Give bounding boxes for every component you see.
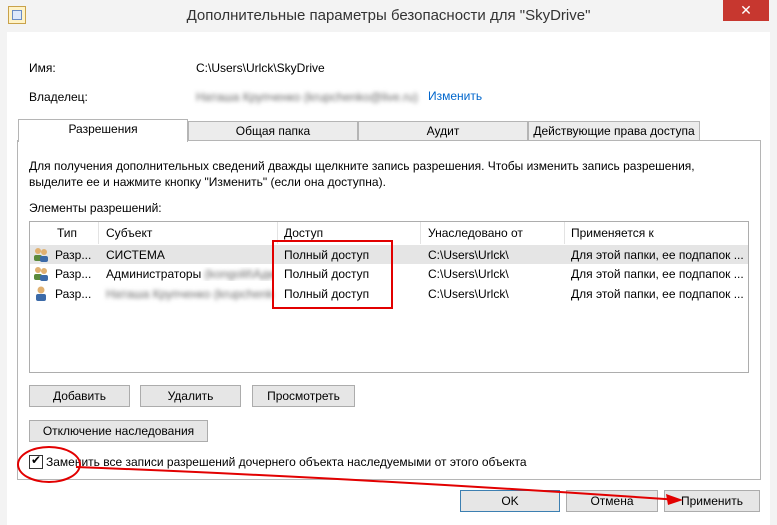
user-group-icon (34, 267, 48, 281)
replace-child-permissions-label[interactable]: Заменить все записи разрешений дочернего… (46, 455, 527, 469)
tab-strip: Разрешения Общая папка Аудит Действующие… (17, 119, 749, 142)
disable-inheritance-button[interactable]: Отключение наследования (29, 420, 208, 442)
cancel-button[interactable]: Отмена (566, 490, 658, 512)
column-subject[interactable]: Субъект (106, 226, 152, 240)
row-applies-to: Для этой папки, ее подпапок ... (571, 287, 744, 301)
row-type: Разр... (55, 287, 92, 301)
owner-label: Владелец: (29, 90, 88, 104)
tab-effective-access[interactable]: Действующие права доступа (528, 121, 700, 140)
row-applies-to: Для этой папки, ее подпапок ... (571, 267, 744, 281)
panel-description: Для получения дополнительных сведений дв… (29, 159, 695, 189)
change-owner-link[interactable]: Изменить (428, 89, 482, 103)
column-inherited-from[interactable]: Унаследовано от (428, 226, 523, 240)
name-label: Имя: (29, 61, 56, 75)
row-inherited-from: C:\Users\Urlck\ (428, 248, 509, 262)
row-subject: Наташа Крупченко (krupchenko...) (106, 287, 274, 301)
add-button[interactable]: Добавить (29, 385, 130, 407)
column-divider (564, 222, 565, 244)
column-applies-to[interactable]: Применяется к (571, 226, 654, 240)
row-type: Разр... (55, 248, 92, 262)
ok-button[interactable]: OK (460, 490, 560, 512)
view-button[interactable]: Просмотреть (252, 385, 355, 407)
tab-permissions[interactable]: Разрешения (18, 119, 188, 142)
row-subject: СИСТЕМА (106, 248, 165, 262)
owner-value: Наташа Крупченко (krupchenko@live.ru) (196, 90, 418, 104)
tab-auditing[interactable]: Аудит (358, 121, 528, 140)
row-applies-to: Для этой папки, ее подпапок ... (571, 248, 744, 262)
apply-button[interactable]: Применить (664, 490, 760, 512)
row-type: Разр... (55, 267, 92, 281)
access-highlight-annotation (272, 240, 393, 309)
remove-button[interactable]: Удалить (140, 385, 241, 407)
name-value: C:\Users\Urlck\SkyDrive (196, 61, 325, 75)
column-divider (420, 222, 421, 244)
row-inherited-from: C:\Users\Urlck\ (428, 287, 509, 301)
window-frame-right (770, 32, 777, 525)
tab-sharing[interactable]: Общая папка (188, 121, 358, 140)
user-group-icon (34, 248, 48, 262)
column-divider (98, 222, 99, 244)
row-subject: Администраторы (kongolit\Админ...) (106, 267, 274, 281)
window-frame-left (0, 32, 7, 525)
checkbox-circle-annotation (17, 446, 81, 483)
window-title: Дополнительные параметры безопасности дл… (186, 7, 591, 24)
title-bar: Дополнительные параметры безопасности дл… (0, 0, 777, 32)
row-inherited-from: C:\Users\Urlck\ (428, 267, 509, 281)
permission-entries-label: Элементы разрешений: (29, 201, 162, 215)
close-button[interactable]: ✕ (723, 0, 769, 21)
user-icon (36, 286, 46, 301)
column-type[interactable]: Тип (57, 226, 77, 240)
column-access[interactable]: Доступ (284, 226, 323, 240)
